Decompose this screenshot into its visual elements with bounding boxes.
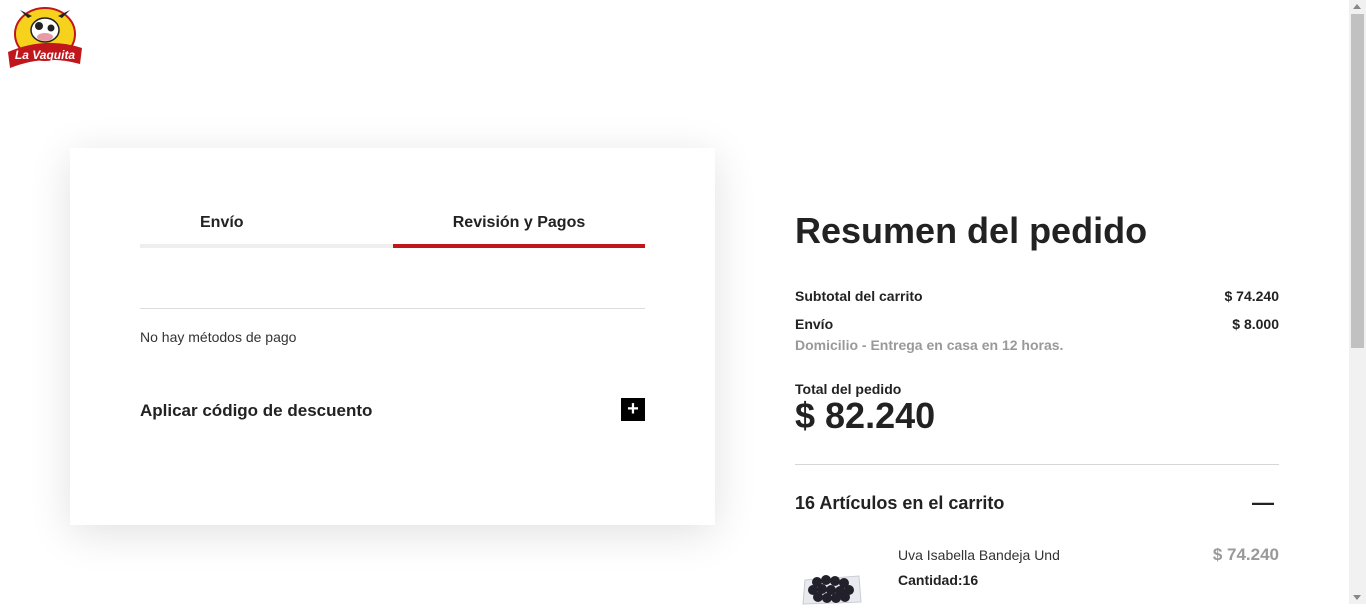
checkout-card: Envío Revisión y Pagos No hay métodos de… (70, 148, 715, 525)
subtotal-label: Subtotal del carrito (795, 288, 923, 304)
shipping-row: Envío $ 8.000 (795, 316, 1279, 332)
shipping-label: Envío (795, 316, 834, 332)
scroll-thumb[interactable] (1351, 14, 1364, 348)
order-summary: Resumen del pedido Subtotal del carrito … (795, 205, 1279, 605)
item-name: Uva Isabella Bandeja Und (898, 547, 1060, 563)
total-value: $ 82.240 (795, 395, 936, 436)
scroll-up-icon[interactable] (1353, 4, 1361, 9)
shipping-description: Domicilio - Entrega en casa en 12 horas. (795, 337, 1064, 353)
tab-progress-bar-active (393, 244, 645, 248)
scrollbar[interactable] (1349, 0, 1366, 604)
divider (140, 308, 645, 309)
shipping-value: $ 8.000 (1232, 316, 1279, 332)
minus-icon[interactable]: — (1252, 490, 1274, 516)
item-quantity: Cantidad:16 (898, 572, 979, 588)
item-price: $ 74.240 (1212, 545, 1279, 564)
divider (795, 464, 1279, 465)
tab-label: Envío (200, 214, 244, 231)
summary-title: Resumen del pedido (795, 210, 1148, 251)
discount-code-label[interactable]: Aplicar código de descuento (140, 401, 372, 421)
plus-icon[interactable]: + (621, 398, 645, 421)
tab-progress-bar (140, 244, 393, 248)
product-image-grapes (799, 550, 865, 610)
subtotal-value: $ 74.240 (1224, 288, 1280, 304)
tab-label: Revisión y Pagos (452, 214, 586, 231)
subtotal-row: Subtotal del carrito $ 74.240 (795, 288, 1279, 304)
cart-items-count[interactable]: 16 Artículos en el carrito (795, 493, 1004, 514)
tab-revision-pagos[interactable]: Revisión y Pagos (393, 208, 645, 248)
checkout-steps: Envío Revisión y Pagos (140, 208, 645, 248)
la-vaquita-logo[interactable]: La Vaquita (6, 6, 84, 72)
tab-envio[interactable]: Envío (140, 208, 393, 248)
logo-text: La Vaquita (15, 48, 76, 62)
scroll-down-icon[interactable] (1353, 595, 1361, 600)
no-payment-methods-text: No hay métodos de pago (140, 329, 297, 345)
